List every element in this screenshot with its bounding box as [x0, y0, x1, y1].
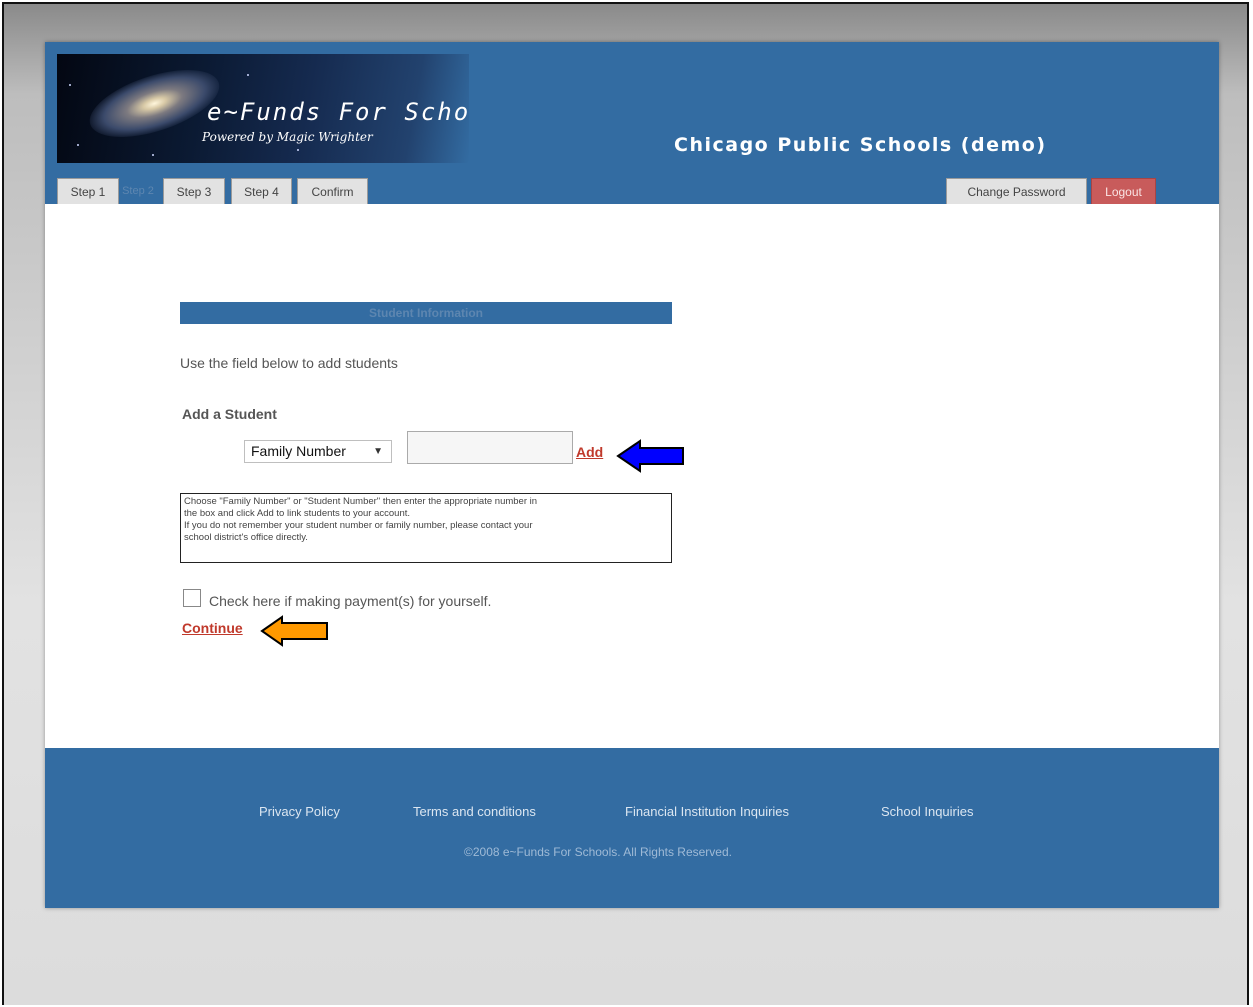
help-line: the box and click Add to link students t… — [184, 508, 411, 519]
tab-step4[interactable]: Step 4 — [231, 178, 292, 204]
privacy-policy-link[interactable]: Privacy Policy — [259, 804, 340, 819]
section-title-bar: Student Information — [180, 302, 672, 324]
star-decoration — [297, 149, 299, 151]
self-payment-checkbox[interactable] — [183, 589, 201, 607]
logo-banner: e~Funds For Schools Powered by Magic Wri… — [57, 54, 469, 163]
select-value: Family Number — [251, 443, 346, 459]
orange-arrow-icon — [260, 615, 328, 647]
student-number-input[interactable] — [407, 431, 573, 464]
continue-link[interactable]: Continue — [182, 620, 243, 636]
tab-step3[interactable]: Step 3 — [163, 178, 225, 204]
tab-step2[interactable]: Step 2 — [119, 178, 157, 204]
star-decoration — [152, 154, 154, 156]
copyright-text: ©2008 e~Funds For Schools. All Rights Re… — [464, 845, 732, 859]
star-decoration — [77, 144, 79, 146]
site-container: e~Funds For Schools Powered by Magic Wri… — [45, 42, 1219, 908]
site-header: e~Funds For Schools Powered by Magic Wri… — [45, 42, 1219, 204]
tab-step1[interactable]: Step 1 — [57, 178, 119, 204]
help-line: If you do not remember your student numb… — [184, 520, 533, 531]
terms-link[interactable]: Terms and conditions — [413, 804, 536, 819]
help-line: Choose "Family Number" or "Student Numbe… — [184, 496, 538, 507]
school-inquiries-link[interactable]: School Inquiries — [881, 804, 974, 819]
site-footer: Privacy Policy Terms and conditions Fina… — [45, 748, 1219, 908]
self-payment-label: Check here if making payment(s) for your… — [209, 593, 492, 609]
logo-subtitle: Powered by Magic Wrighter — [202, 130, 373, 144]
star-decoration — [69, 84, 71, 86]
district-name: Chicago Public Schools (demo) — [674, 134, 1047, 156]
instructions-text: Use the field below to add students — [180, 355, 398, 371]
tab-confirm[interactable]: Confirm — [297, 178, 368, 204]
lookup-type-select[interactable]: Family Number ▼ — [244, 440, 392, 463]
add-student-label: Add a Student — [182, 406, 277, 422]
help-line: school district's office directly. — [184, 532, 308, 543]
logo-title: e~Funds For Schools — [207, 98, 469, 126]
chevron-down-icon: ▼ — [373, 446, 383, 457]
financial-inquiries-link[interactable]: Financial Institution Inquiries — [625, 804, 789, 819]
logout-tab[interactable]: Logout — [1091, 178, 1156, 204]
change-password-tab[interactable]: Change Password — [946, 178, 1087, 204]
help-text-box: Choose "Family Number" or "Student Numbe… — [180, 493, 672, 563]
star-decoration — [247, 74, 249, 76]
add-student-link[interactable]: Add — [576, 444, 603, 460]
blue-arrow-icon — [616, 439, 684, 473]
